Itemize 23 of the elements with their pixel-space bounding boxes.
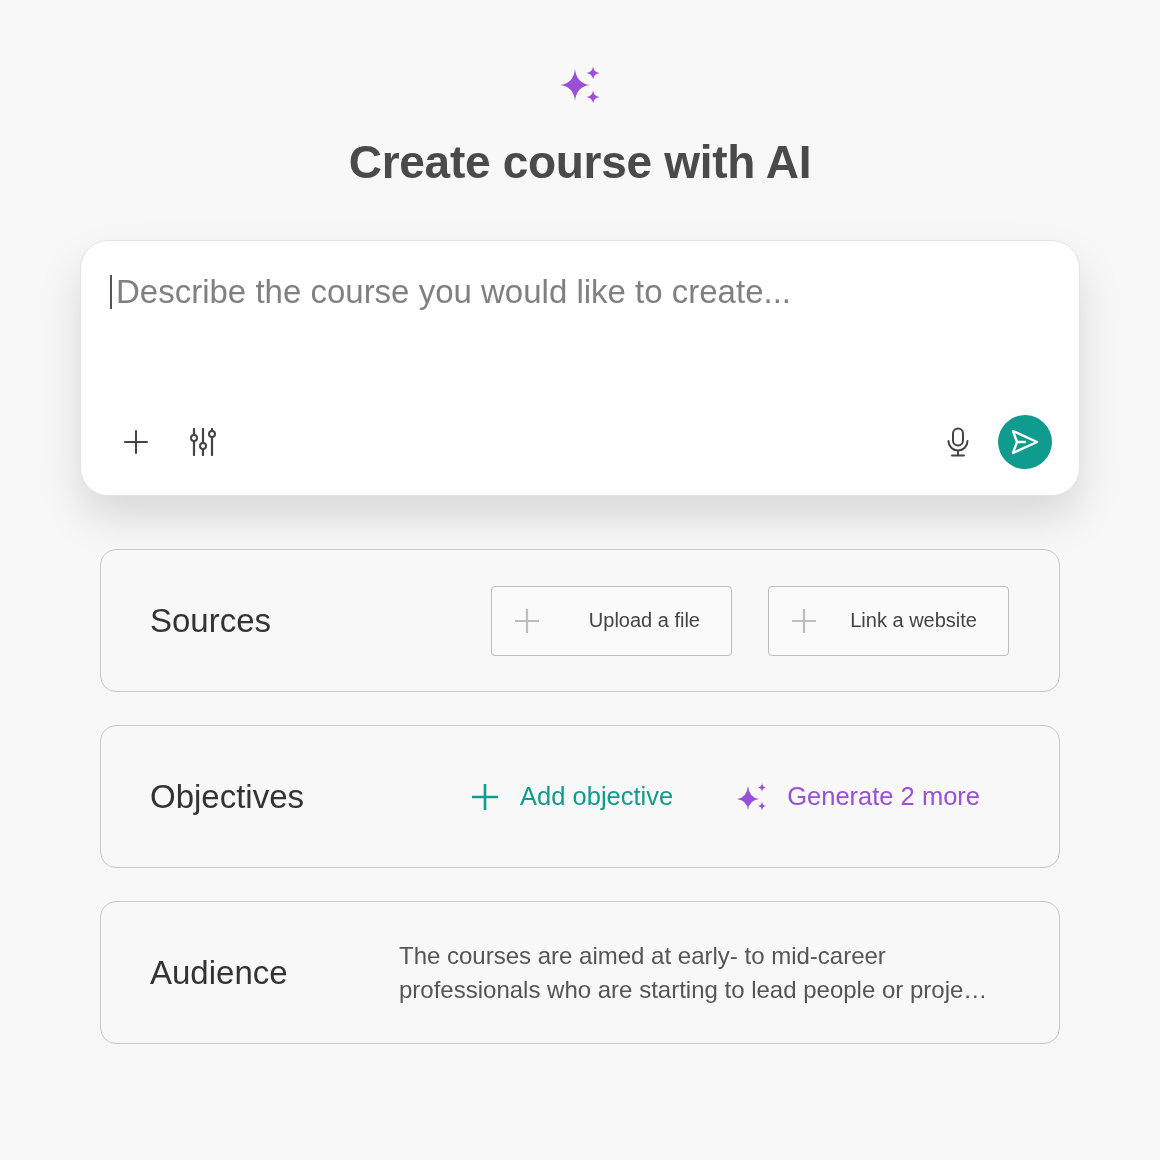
- plus-icon: [124, 430, 148, 454]
- section-label: Sources: [150, 600, 272, 641]
- microphone-button[interactable]: [947, 427, 969, 457]
- prompt-field[interactable]: Describe the course you would like to create...: [109, 269, 1052, 379]
- sparkle-icon: [737, 782, 768, 811]
- sliders-icon: [190, 428, 216, 456]
- plus-icon: [472, 783, 499, 810]
- page-title: Create course with AI: [348, 135, 812, 190]
- add-button[interactable]: [124, 430, 148, 454]
- section-label: Audience: [150, 952, 288, 993]
- microphone-icon: [947, 427, 969, 457]
- source-button[interactable]: Upload a file: [491, 585, 732, 656]
- prompt-input-box[interactable]: Describe the course you would like to create...: [80, 240, 1080, 496]
- section-label: Objectives: [150, 776, 305, 817]
- plus-icon: [515, 608, 539, 633]
- text-cursor: [110, 275, 112, 309]
- plus-icon: [792, 608, 816, 633]
- generate-more-button[interactable]: Generate 2 more: [737, 782, 980, 811]
- source-button[interactable]: Link a website: [768, 585, 1009, 656]
- settings-button[interactable]: [190, 428, 216, 456]
- audience-text: The courses are aimed at early- to mid-career professionals who are starting to lead people or proje…: [399, 940, 989, 1005]
- send-icon: [1011, 429, 1039, 455]
- send-button[interactable]: [998, 415, 1052, 469]
